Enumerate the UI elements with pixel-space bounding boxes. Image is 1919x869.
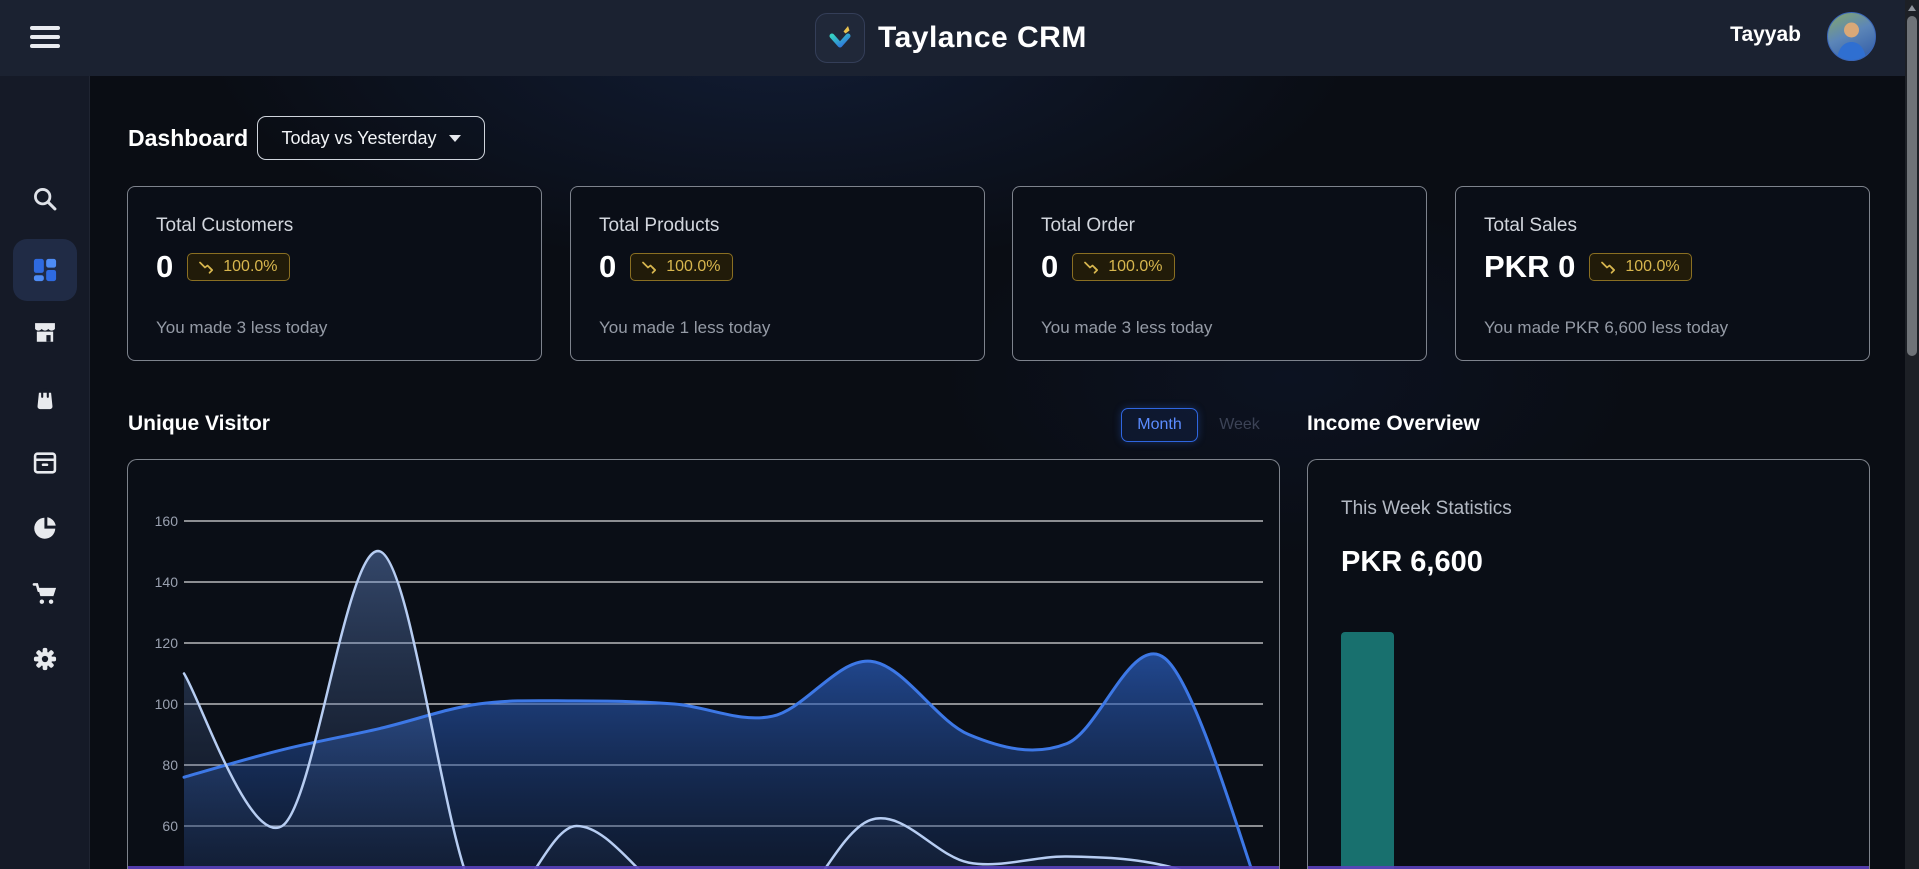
income-total: PKR 6,600 [1341, 546, 1483, 578]
chevron-down-icon [448, 134, 461, 142]
visitor-section-title: Unique Visitor [128, 412, 270, 435]
stat-card-total-order: Total Order 0 100.0% You made 3 less tod… [1012, 186, 1427, 361]
stat-card-caption: You made 3 less today [156, 318, 328, 337]
y-axis-tick: 120 [154, 635, 178, 651]
stat-card-label: Total Products [599, 215, 720, 236]
app-logo[interactable] [815, 13, 865, 63]
storefront-icon [35, 323, 55, 342]
menu-icon [30, 26, 60, 30]
income-section-title: Income Overview [1307, 412, 1480, 435]
avatar-photo [1837, 22, 1866, 60]
sidebar-item-analytics[interactable] [13, 500, 77, 556]
toggle-month-button[interactable]: Month [1121, 408, 1198, 442]
y-axis-tick: 140 [154, 574, 178, 590]
stat-card-caption: You made 3 less today [1041, 318, 1213, 337]
sidebar-item-settings[interactable] [13, 631, 77, 687]
trend-badge: 100.0% [630, 253, 733, 281]
sidebar [0, 76, 90, 869]
toggle-week-button[interactable]: Week [1206, 408, 1273, 442]
trend-down-icon [1601, 261, 1616, 274]
sidebar-item-orders[interactable] [13, 566, 77, 622]
user-name[interactable]: Tayyab [1730, 23, 1801, 47]
stat-card-caption: You made 1 less today [599, 318, 771, 337]
hamburger-menu-button[interactable] [30, 26, 60, 50]
stat-card-total-sales: Total Sales PKR 0 100.0% You made PKR 6,… [1455, 186, 1870, 361]
stat-card-value: PKR 0 [1484, 249, 1576, 284]
y-axis-tick: 100 [154, 696, 178, 712]
trend-value: 100.0% [1625, 258, 1680, 275]
stat-card-total-customers: Total Customers 0 100.0% You made 3 less… [127, 186, 542, 361]
y-axis-tick: 80 [162, 757, 178, 773]
app-title: Taylance CRM [878, 21, 1087, 54]
trend-value: 100.0% [1108, 258, 1163, 275]
stat-card-caption: You made PKR 6,600 less today [1484, 318, 1729, 337]
trend-down-icon [199, 261, 214, 274]
stat-card-value: 0 [599, 249, 617, 284]
stat-card-value: 0 [1041, 249, 1059, 284]
search-icon [34, 188, 57, 211]
stat-card-total-products: Total Products 0 100.0% You made 1 less … [570, 186, 985, 361]
trend-badge: 100.0% [1072, 253, 1175, 281]
sidebar-item-store[interactable] [13, 305, 77, 361]
page-title: Dashboard [128, 125, 249, 151]
trend-value: 100.0% [666, 258, 721, 275]
income-subtitle: This Week Statistics [1341, 498, 1512, 519]
sidebar-item-products[interactable] [13, 370, 77, 426]
visitor-area-chart [182, 520, 1263, 869]
trend-badge: 100.0% [187, 253, 290, 281]
app-header: Taylance CRM Tayyab [0, 0, 1919, 76]
pie-chart-icon [34, 517, 56, 539]
income-chart-card: This Week Statistics PKR 6,600 [1307, 459, 1870, 869]
income-bar[interactable] [1341, 632, 1394, 869]
stat-card-value: 0 [156, 249, 174, 284]
app-root: Taylance CRM Tayyab Dashboard Today vs Y… [0, 0, 1919, 869]
y-axis-tick: 60 [162, 818, 178, 834]
shopping-cart-icon [32, 583, 57, 604]
visitor-chart-card: 160 140 120 100 80 60 [127, 459, 1280, 869]
date-filter-dropdown[interactable]: Today vs Yesterday [257, 116, 485, 160]
stat-card-label: Total Customers [156, 215, 294, 236]
scrollbar[interactable] [1905, 0, 1919, 869]
date-filter-label: Today vs Yesterday [281, 127, 437, 148]
trend-down-icon [1084, 261, 1099, 274]
trend-badge: 100.0% [1589, 253, 1692, 281]
stat-card-label: Total Sales [1484, 215, 1577, 236]
user-avatar[interactable] [1827, 12, 1876, 61]
y-axis-tick: 160 [154, 513, 178, 529]
sidebar-item-inventory[interactable] [13, 435, 77, 491]
scrollbar-up-arrow[interactable] [1908, 5, 1916, 11]
stat-card-label: Total Order [1041, 215, 1135, 236]
archive-box-icon [33, 452, 57, 474]
scrollbar-thumb[interactable] [1907, 16, 1917, 356]
logo-check-icon [829, 26, 851, 48]
trend-value: 100.0% [223, 258, 278, 275]
trend-down-icon [642, 261, 657, 274]
gear-icon [33, 647, 57, 671]
sidebar-item-dashboard[interactable] [13, 239, 77, 301]
dashboard-grid-icon [33, 258, 57, 282]
sidebar-item-search[interactable] [13, 171, 77, 227]
shopping-bag-icon [37, 388, 53, 410]
